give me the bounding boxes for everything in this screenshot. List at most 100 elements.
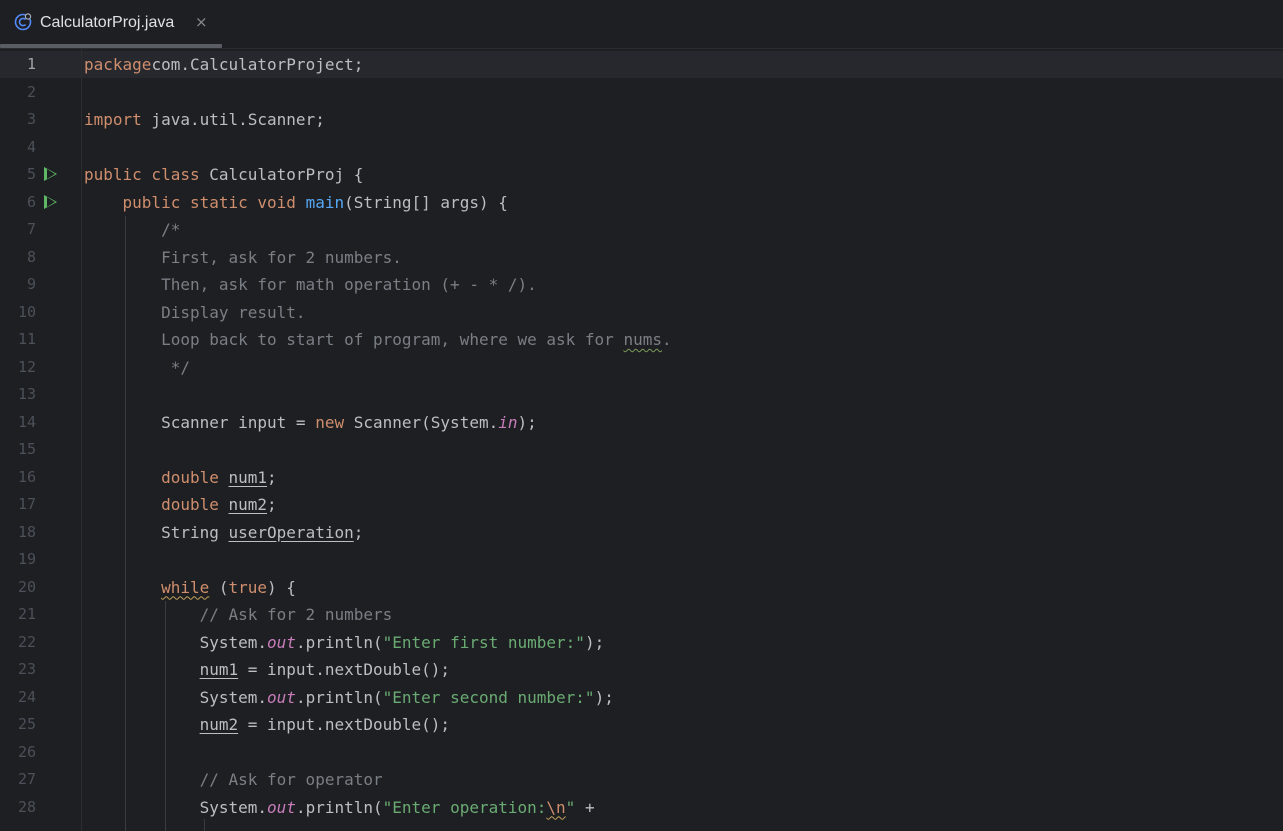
code-line[interactable]: 4	[0, 134, 1283, 162]
line-number: 8	[26, 247, 36, 266]
code-token: "Enter first number:"	[382, 632, 585, 652]
line-number: 24	[17, 687, 36, 706]
code-token: Then, ask for math operation (+ - * /).	[161, 275, 537, 294]
code-text: Scanner input = new Scanner(System.in);	[84, 409, 537, 437]
code-token: = input.nextDouble();	[238, 660, 451, 679]
editor-tab-bar: CalculatorProj.java ×	[0, 0, 1283, 49]
code-line[interactable]: 5 public class CalculatorProj {	[0, 161, 1283, 189]
line-number: 26	[17, 742, 36, 761]
code-line[interactable]: 15	[0, 436, 1283, 464]
code-token: package	[84, 55, 152, 74]
code-token: );	[584, 632, 605, 652]
code-token: .	[661, 330, 672, 349]
code-token: main	[305, 192, 345, 212]
code-line[interactable]: 16 double num1;	[0, 464, 1283, 492]
code-text: Loop back to start of program, where we …	[84, 326, 672, 354]
code-text: System.out.println("Enter first number:"…	[84, 629, 605, 657]
code-token: out	[267, 797, 296, 817]
code-line[interactable]: 11 Loop back to start of program, where …	[0, 326, 1283, 354]
code-token: (String[] args) {	[344, 192, 508, 212]
code-token: num1	[199, 660, 239, 679]
code-token: String	[84, 522, 229, 542]
code-token: +	[575, 797, 595, 817]
code-line[interactable]: 18 String userOperation;	[0, 519, 1283, 547]
code-token: CalculatorProj {	[199, 165, 364, 184]
code-token: ) {	[267, 577, 296, 597]
line-number: 1	[26, 55, 36, 73]
code-line[interactable]: 3 import java.util.Scanner;	[0, 106, 1283, 134]
code-line[interactable]: 21 // Ask for 2 numbers	[0, 601, 1283, 629]
code-line[interactable]: 23 num1 = input.nextDouble();	[0, 656, 1283, 684]
code-token: userOperation	[228, 522, 354, 542]
code-token: "	[565, 797, 576, 817]
line-number: 5	[26, 165, 36, 183]
code-token: in	[498, 412, 518, 432]
code-token: out	[267, 632, 296, 652]
code-text: num2 = input.nextDouble();	[84, 711, 450, 739]
code-line[interactable]: 27 // Ask for operator	[0, 766, 1283, 794]
code-line[interactable]: 20 while (true) {	[0, 574, 1283, 602]
tab-close-icon[interactable]: ×	[195, 13, 208, 31]
code-text: // Ask for operator	[84, 766, 383, 794]
code-line[interactable]: 14 Scanner input = new Scanner(System.in…	[0, 409, 1283, 437]
code-line[interactable]: 25 num2 = input.nextDouble();	[0, 711, 1283, 739]
java-class-icon	[14, 13, 32, 31]
code-line[interactable]: 13	[0, 381, 1283, 409]
line-number: 9	[26, 275, 36, 293]
code-token: num1	[228, 467, 268, 487]
code-line[interactable]: 1 packagecom.CalculatorProject;	[0, 51, 1283, 79]
code-line[interactable]: 8 First, ask for 2 numbers.	[0, 244, 1283, 272]
code-line[interactable]: 6 public static void main(String[] args)…	[0, 189, 1283, 217]
code-line[interactable]: 17 double num2;	[0, 491, 1283, 519]
code-line[interactable]: 26	[0, 739, 1283, 767]
code-line[interactable]: 10 Display result.	[0, 299, 1283, 327]
line-number: 11	[17, 330, 36, 348]
code-text: // Ask for 2 numbers	[84, 601, 393, 629]
code-line[interactable]: 24 System.out.println("Enter second numb…	[0, 684, 1283, 712]
code-line[interactable]: 22 System.out.println("Enter first numbe…	[0, 629, 1283, 657]
run-gutter-icon[interactable]	[44, 194, 57, 209]
code-text: First, ask for 2 numbers.	[84, 244, 402, 272]
code-text: Then, ask for math operation (+ - * /).	[84, 271, 537, 299]
code-token: */	[170, 357, 190, 377]
code-text: while (true) {	[84, 574, 296, 602]
code-text: /*	[84, 216, 180, 244]
code-token: .println(	[295, 797, 383, 817]
code-text: String userOperation;	[84, 519, 363, 547]
code-line[interactable]: 19	[0, 546, 1283, 574]
line-number: 3	[26, 110, 36, 128]
code-text: import java.util.Scanner;	[84, 106, 325, 134]
code-line[interactable]: 28 System.out.println("Enter operation:\…	[0, 794, 1283, 822]
code-line[interactable]: 12 */	[0, 354, 1283, 382]
code-line[interactable]: 2	[0, 79, 1283, 107]
code-token: First, ask for 2 numbers.	[161, 247, 402, 267]
code-token: = input.nextDouble();	[238, 715, 451, 734]
code-text: packagecom.CalculatorProject;	[84, 51, 363, 79]
code-editor[interactable]: 1 packagecom.CalculatorProject; 2 3 import j…	[0, 49, 1283, 831]
code-line[interactable]: 9 Then, ask for math operation (+ - * /)…	[0, 271, 1283, 299]
line-number: 4	[26, 137, 36, 156]
code-token: com.CalculatorProject;	[151, 55, 364, 74]
code-line[interactable]: 7 /*	[0, 216, 1283, 244]
run-gutter-icon[interactable]	[44, 167, 57, 181]
code-token: double	[161, 495, 219, 514]
line-number: 16	[17, 467, 36, 486]
line-number: 17	[17, 495, 36, 513]
code-token: public class	[84, 165, 200, 184]
line-number: 10	[17, 302, 36, 321]
code-text: public class CalculatorProj {	[84, 161, 363, 189]
line-number: 22	[17, 632, 36, 651]
code-token: Scanner(System.	[344, 412, 499, 432]
tab-calculatorproj-java[interactable]: CalculatorProj.java ×	[0, 0, 222, 48]
